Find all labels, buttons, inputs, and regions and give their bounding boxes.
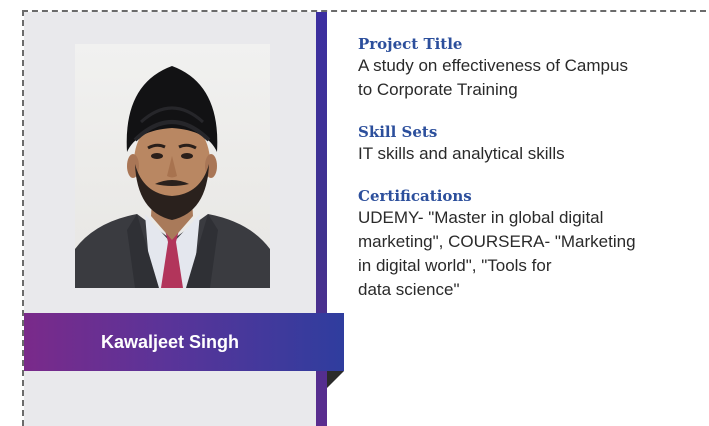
profile-name: Kawaljeet Singh — [100, 332, 240, 352]
certifications-line: in digital world", "Tools for — [358, 256, 552, 275]
certifications-line: marketing", COURSERA- "Marketing — [358, 232, 636, 251]
certifications-line: UDEMY- "Master in global digital — [358, 208, 604, 227]
project-title-heading: Project Title — [358, 35, 463, 53]
skill-sets-section: Skill Sets IT skills and analytical skil… — [358, 122, 703, 166]
skill-sets-heading: Skill Sets — [358, 123, 438, 141]
project-title-section: Project Title A study on effectiveness o… — [358, 34, 703, 102]
profile-photo — [75, 44, 270, 288]
project-title-line: A study on effectiveness of Campus — [358, 56, 628, 75]
banner-fold — [327, 371, 344, 388]
project-title-line: to Corporate Training — [358, 80, 518, 99]
profile-card: Kawaljeet Singh Project Title A study on… — [0, 0, 709, 426]
certifications-line: data science" — [358, 280, 460, 299]
skill-sets-line: IT skills and analytical skills — [358, 144, 565, 163]
certifications-section: Certifications UDEMY- "Master in global … — [358, 186, 703, 302]
certifications-heading: Certifications — [358, 187, 472, 205]
details-column: Project Title A study on effectiveness o… — [358, 34, 703, 322]
